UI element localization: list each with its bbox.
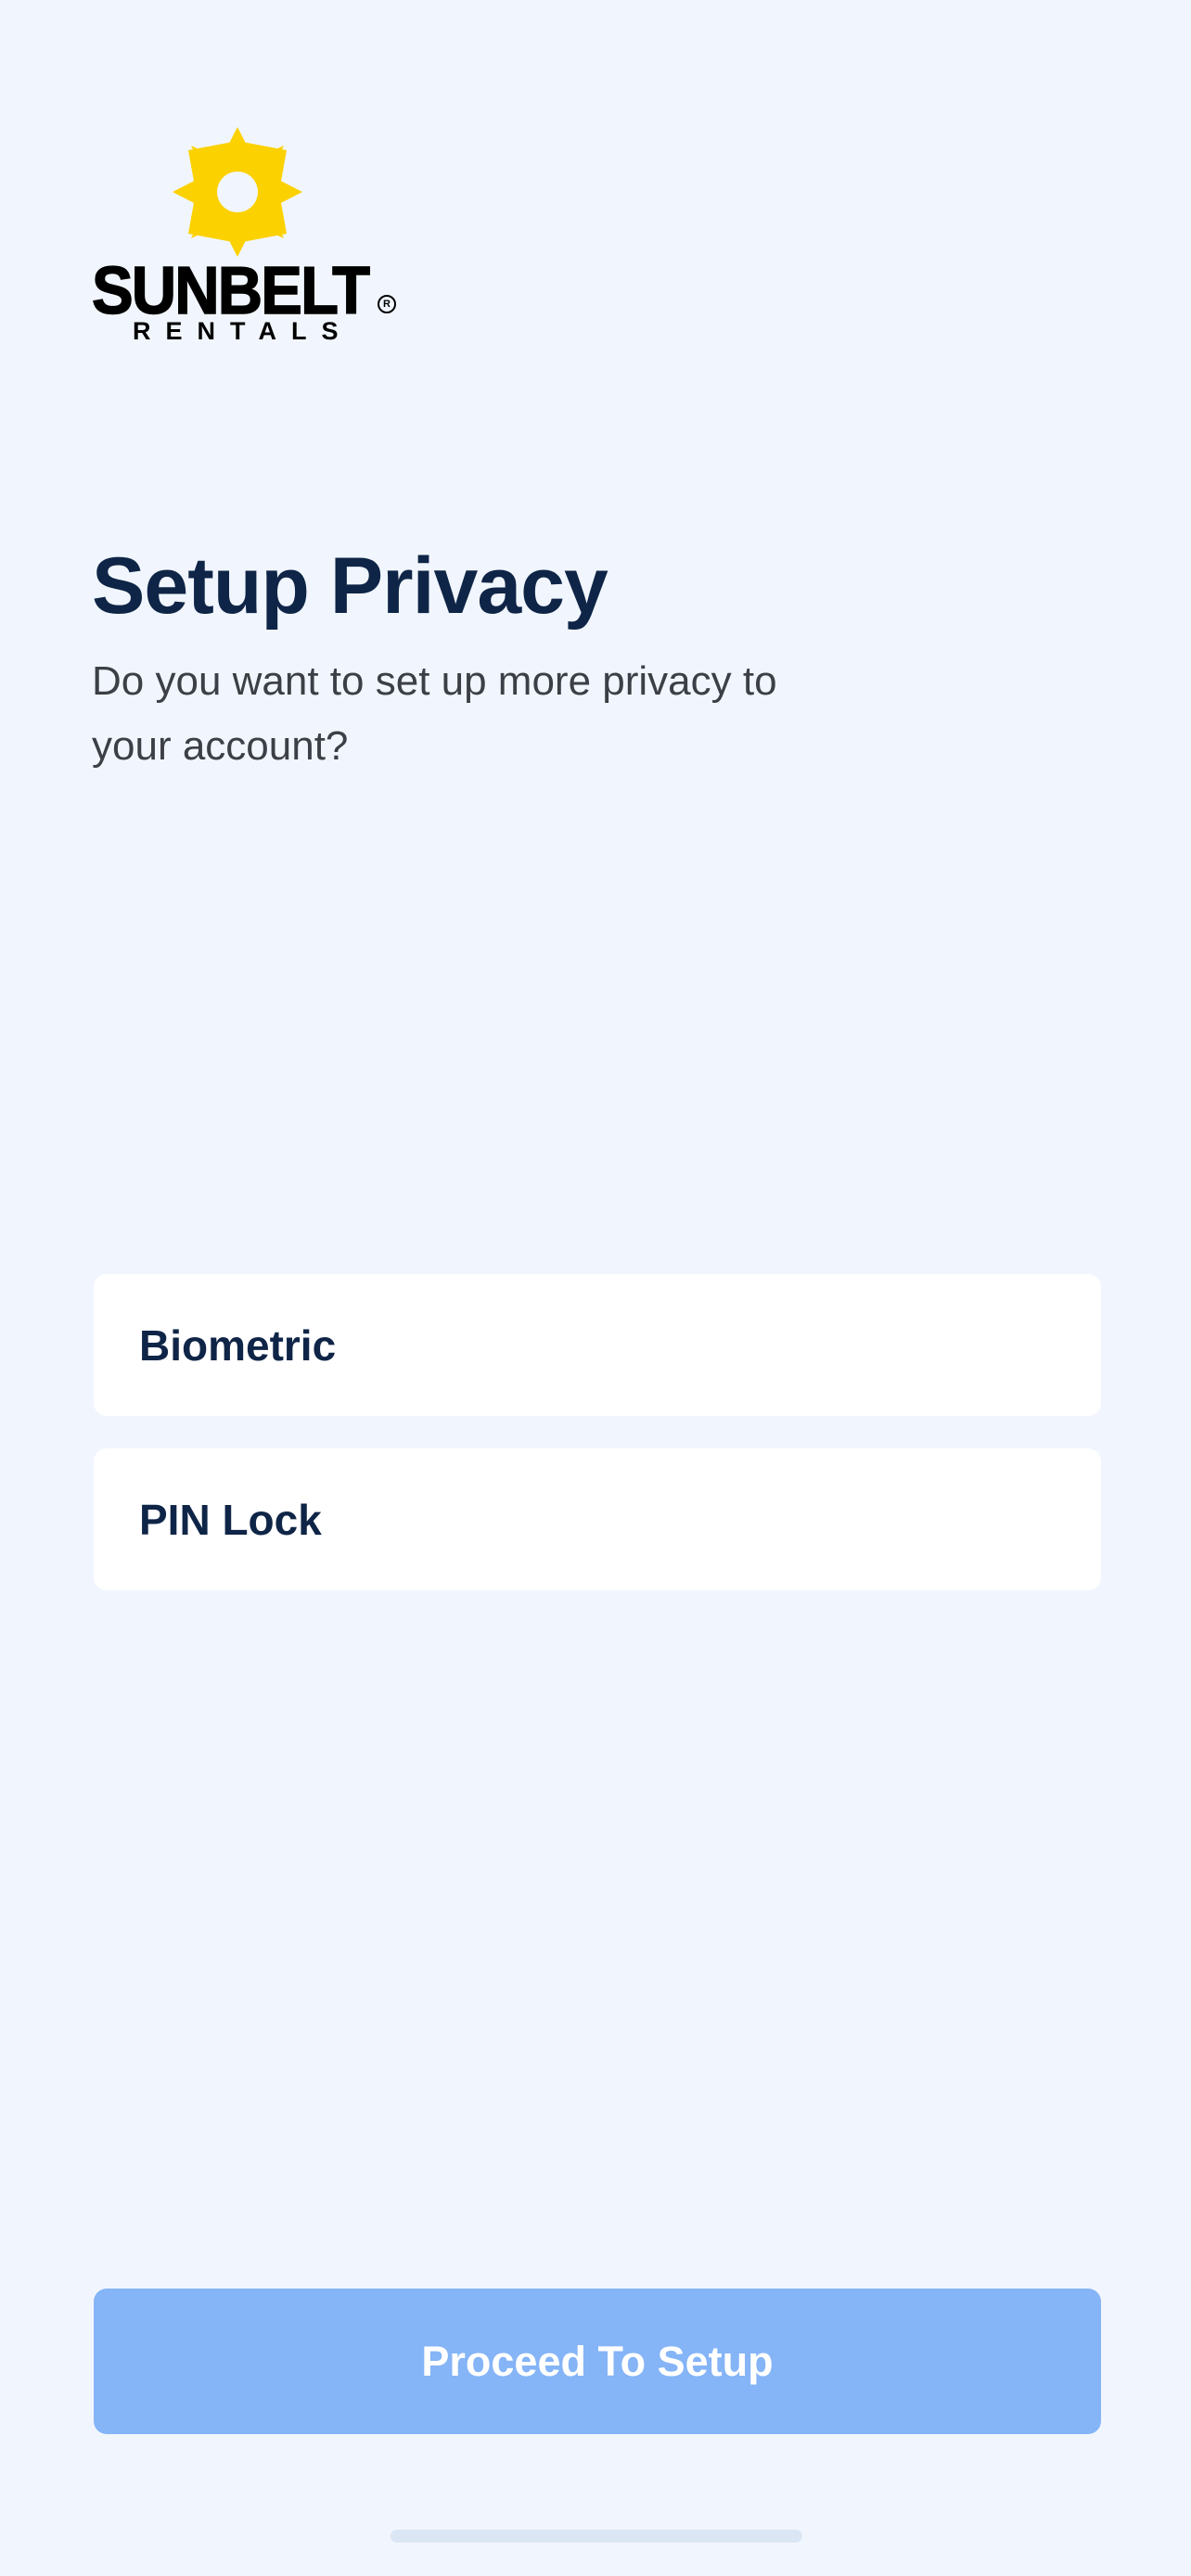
option-biometric[interactable]: Biometric [94, 1274, 1101, 1416]
option-pin-lock[interactable]: PIN Lock [94, 1448, 1101, 1590]
registered-mark: R [378, 295, 396, 313]
page-subtitle: Do you want to set up more privacy to yo… [92, 658, 777, 769]
proceed-to-setup-button[interactable]: Proceed To Setup [94, 2289, 1101, 2434]
option-label: Biometric [139, 1320, 337, 1370]
home-indicator [391, 2530, 802, 2543]
brand-logo: SUNBELT R RENTALS [91, 122, 398, 345]
brand-name: SUNBELT [91, 254, 370, 328]
proceed-button-label: Proceed To Setup [421, 2337, 774, 2385]
brand-subname: RENTALS [133, 317, 353, 345]
page-title: Setup Privacy [92, 542, 608, 631]
sun-logo-icon [173, 127, 302, 257]
option-label: PIN Lock [139, 1495, 322, 1544]
